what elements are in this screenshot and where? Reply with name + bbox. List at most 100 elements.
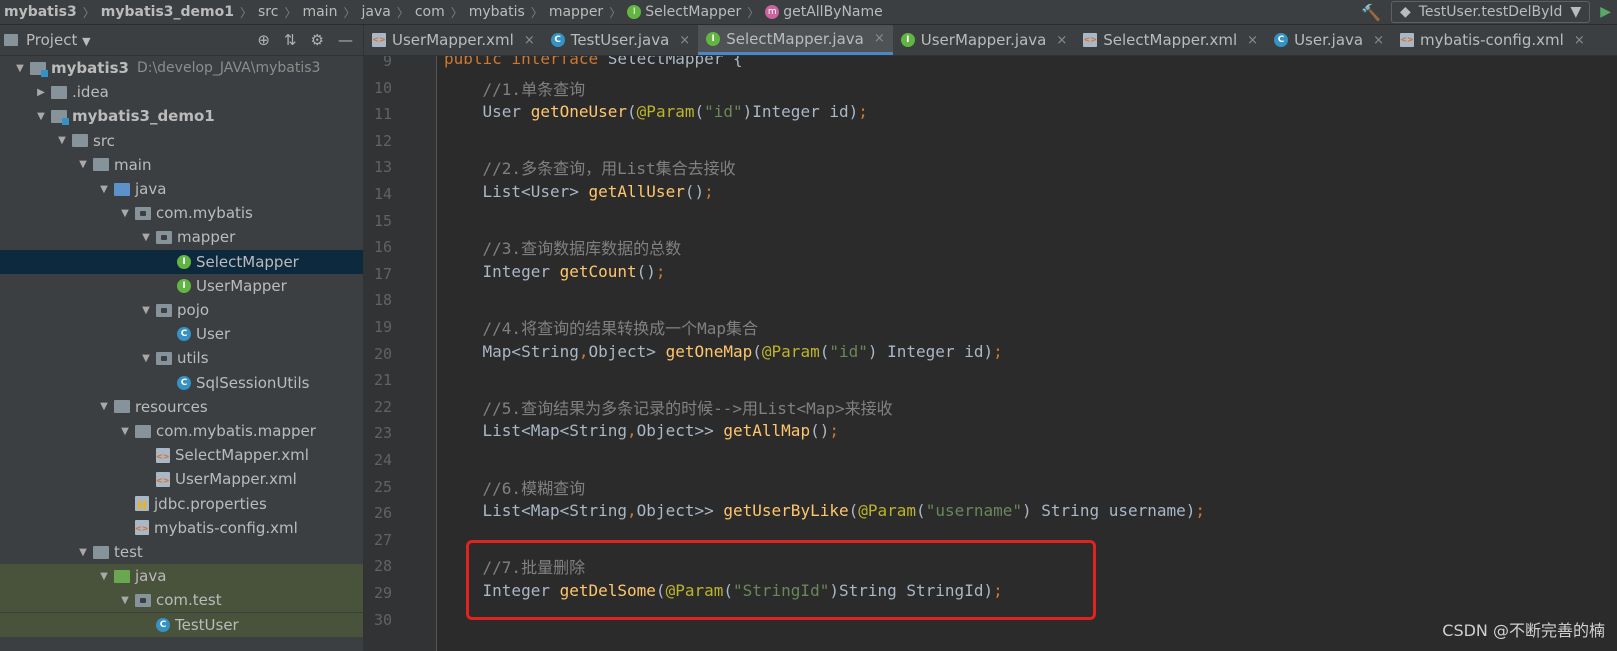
code-line[interactable]: List<User> getAllUser();	[444, 182, 714, 201]
expand-arrow-icon[interactable]: ▼	[138, 232, 154, 243]
tree-node-com-mybatis[interactable]: ▼ com.mybatis	[0, 201, 363, 225]
expand-arrow-icon[interactable]: ▼	[117, 595, 133, 606]
tab-testuser-java[interactable]: C TestUser.java ×	[543, 25, 698, 55]
code-line[interactable]: Integer getCount();	[444, 262, 666, 281]
close-icon[interactable]: ×	[1056, 33, 1067, 48]
expand-arrow-icon[interactable]: ▼	[138, 353, 154, 364]
expand-arrow-icon[interactable]: ▼	[33, 111, 49, 122]
tree-node-mybatis3[interactable]: ▼ mybatis3 D:\develop_JAVA\mybatis3	[0, 56, 363, 80]
tree-node--idea[interactable]: ▶ .idea	[0, 80, 363, 104]
code-token: (	[694, 102, 705, 122]
breadcrumb-item[interactable]: main	[298, 4, 341, 20]
breadcrumb-item[interactable]: java	[357, 4, 394, 20]
tree-node-mybatis3-demo1[interactable]: ▼ mybatis3_demo1	[0, 104, 363, 128]
code-editor[interactable]: 9 10 11 12 13 14 15 16 17 18 19 20 21 22 23 24 25 26 27 28 2…	[364, 56, 1617, 651]
tree-node-mybatis-config-xml[interactable]: ▶mybatis-config.xml	[0, 516, 363, 540]
collapse-arrow-icon[interactable]: ▶	[33, 87, 49, 98]
tab-selectmapper-java[interactable]: I SelectMapper.java ×	[698, 25, 893, 55]
expand-arrow-icon[interactable]: ▼	[96, 571, 112, 582]
tree-node-testuser[interactable]: ▶CTestUser	[0, 612, 363, 637]
tree-node-selectmapper-xml[interactable]: ▶SelectMapper.xml	[0, 443, 363, 467]
code-line[interactable]: List<Map<String,Object>> getAllMap();	[444, 421, 839, 440]
tree-node-resources[interactable]: ▼ resources	[0, 395, 363, 419]
tab-user-java[interactable]: C User.java ×	[1266, 25, 1392, 55]
tree-node-label: jdbc.properties	[154, 494, 267, 513]
expand-arrow-icon[interactable]: ▼	[75, 547, 91, 558]
tree-node-utils[interactable]: ▼ utils	[0, 346, 363, 370]
tab-usermapper-xml[interactable]: <> UserMapper.xml ×	[364, 25, 543, 55]
close-icon[interactable]: ×	[1373, 33, 1384, 48]
expand-arrow-icon[interactable]: ▼	[96, 184, 112, 195]
chevron-down-icon: ▼	[1570, 4, 1582, 20]
expand-arrow-icon[interactable]: ▼	[12, 63, 28, 74]
tab-usermapper-java[interactable]: I UserMapper.java ×	[893, 25, 1076, 55]
close-icon[interactable]: ×	[524, 33, 535, 48]
expand-arrow-icon[interactable]: ▼	[96, 401, 112, 412]
code-line[interactable]: //3.查询数据库数据的总数	[444, 235, 682, 259]
tree-node-label: com.mybatis	[156, 204, 253, 223]
breadcrumb-item[interactable]: com	[411, 4, 449, 20]
project-view-dropdown[interactable]: Project ▼	[26, 31, 91, 49]
close-icon[interactable]: ×	[679, 33, 690, 48]
tree-node-selectmapper[interactable]: ▶ISelectMapper	[0, 249, 363, 274]
code-line[interactable]: Integer getDelSome(@Param("StringId")Str…	[444, 581, 1003, 600]
tree-node-sqlsessionutils[interactable]: ▶CSqlSessionUtils	[0, 371, 363, 395]
tree-node-usermapper-xml[interactable]: ▶UserMapper.xml	[0, 467, 363, 491]
tree-node-usermapper[interactable]: ▶IUserMapper	[0, 274, 363, 298]
tree-node-com-test[interactable]: ▼ com.test	[0, 588, 363, 613]
close-icon[interactable]: ×	[1574, 33, 1585, 48]
expand-arrow-icon[interactable]: ▼	[138, 305, 154, 316]
line-number: 23	[373, 424, 392, 443]
tree-node-pojo[interactable]: ▼ pojo	[0, 298, 363, 322]
locate-icon[interactable]: ⊕	[257, 31, 270, 49]
code-line[interactable]: //2.多条查询，用List集合去接收	[444, 155, 736, 179]
code-token: //7.批量删除	[444, 558, 586, 578]
code-line[interactable]: //1.单条查询	[444, 76, 586, 100]
tree-node-src[interactable]: ▼ src	[0, 129, 363, 153]
tab-selectmapper-xml[interactable]: <> SelectMapper.xml ×	[1075, 25, 1266, 55]
close-icon[interactable]: ×	[874, 31, 885, 46]
breadcrumb-item[interactable]: m getAllByName	[761, 4, 887, 20]
breadcrumb-item[interactable]: mybatis3	[0, 4, 81, 20]
code-token: ()	[684, 182, 705, 201]
tree-node-main[interactable]: ▼ main	[0, 153, 363, 177]
breadcrumb-item[interactable]: mybatis3_demo1	[97, 4, 238, 20]
expand-arrow-icon[interactable]: ▼	[54, 135, 70, 146]
tree-node-mapper[interactable]: ▼ mapper	[0, 225, 363, 249]
hide-panel-icon[interactable]: —	[338, 31, 353, 49]
tree-node-com-mybatis-mapper[interactable]: ▼ com.mybatis.mapper	[0, 419, 363, 443]
run-play-icon[interactable]: ▶	[1600, 4, 1611, 20]
code-token: Object>>	[636, 501, 724, 521]
expand-arrow-icon[interactable]: ▼	[75, 159, 91, 170]
tree-node-label: resources	[135, 397, 208, 416]
expand-arrow-icon[interactable]: ▼	[117, 426, 133, 437]
tree-node-java[interactable]: ▼ java	[0, 177, 363, 201]
expand-arrow-icon[interactable]: ▼	[117, 208, 133, 219]
code-line[interactable]: //5.查询结果为多条记录的时候-->用List<Map>来接收	[444, 395, 893, 419]
tab-label: SelectMapper.xml	[1103, 31, 1238, 49]
breadcrumb-item[interactable]: mapper	[545, 4, 607, 20]
code-line[interactable]: //4.将查询的结果转换成一个Map集合	[444, 315, 758, 339]
close-icon[interactable]: ×	[1247, 33, 1258, 48]
breadcrumb-item[interactable]: I SelectMapper	[623, 4, 745, 20]
tab-mybatis-config-xml[interactable]: <> mybatis-config.xml ×	[1392, 25, 1593, 55]
code-line[interactable]: //6.模糊查询	[444, 475, 586, 499]
tree-node-label: mybatis3	[51, 59, 129, 77]
code-line[interactable]: public interface SelectMapper {	[444, 56, 743, 68]
tree-node-label: mybatis-config.xml	[154, 518, 298, 537]
gear-icon[interactable]: ⚙	[311, 31, 324, 49]
breadcrumb-item[interactable]: mybatis	[465, 4, 529, 20]
tree-node-java[interactable]: ▼ java	[0, 564, 363, 589]
code-line[interactable]: List<Map<String,Object>> getUserByLike(@…	[444, 501, 1206, 521]
code-line[interactable]: Map<String,Object> getOneMap(@Param("id"…	[444, 342, 1003, 361]
code-line[interactable]: //7.批量删除	[444, 554, 586, 578]
tree-node-user[interactable]: ▶CUser	[0, 322, 363, 346]
tree-node-test[interactable]: ▼ test	[0, 540, 363, 564]
collapse-all-icon[interactable]: ⇅	[284, 31, 297, 49]
breadcrumb-item[interactable]: src	[254, 4, 282, 20]
build-hammer-icon[interactable]: 🔨	[1361, 3, 1381, 22]
tab-label: TestUser.java	[570, 31, 670, 49]
code-line[interactable]: User getOneUser(@Param("id")Integer id);	[444, 102, 868, 121]
run-configuration-selector[interactable]: ◆ TestUser.testDelById ▼	[1390, 1, 1591, 23]
tree-node-jdbc-properties[interactable]: ▶jdbc.properties	[0, 492, 363, 516]
